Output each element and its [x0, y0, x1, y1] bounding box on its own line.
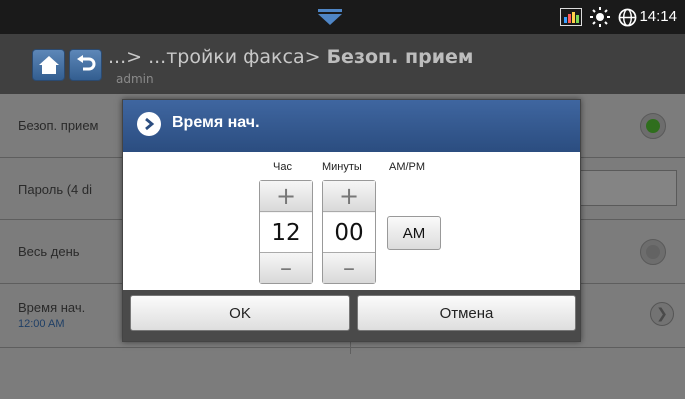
dialog-footer: OK Отмена: [123, 290, 580, 341]
hour-value: 12: [260, 213, 312, 253]
chevron-right-icon: [137, 112, 161, 136]
chevron-right-icon[interactable]: ❯: [650, 302, 674, 326]
hour-increment-button[interactable]: +: [260, 181, 312, 212]
clock: 14:14: [639, 8, 677, 25]
hour-decrement-button[interactable]: –: [260, 252, 312, 283]
user-name: admin: [116, 72, 154, 86]
page-title: Безоп. прием: [326, 46, 474, 68]
breadcrumb: ...> ...тройки факса> Безоп. прием: [108, 46, 473, 68]
plus-icon: +: [338, 182, 360, 210]
breadcrumb-path: ...> ...тройки факса>: [108, 46, 327, 68]
list-item-label: Время нач.: [18, 300, 86, 315]
brightness-icon: [590, 7, 610, 27]
list-item-label: Пароль (4 di: [18, 182, 93, 197]
dialog-title: Время нач.: [172, 114, 260, 131]
signal-bars-icon: [560, 8, 582, 26]
ok-button[interactable]: OK: [130, 295, 350, 331]
list-item-label: Весь день: [18, 244, 80, 259]
minutes-value: 00: [323, 213, 375, 253]
header: ...> ...тройки факса> Безоп. прием admin: [0, 34, 685, 94]
list-item-label: Безоп. прием: [18, 118, 99, 133]
status-bar: 14:14: [0, 0, 685, 34]
hour-stepper: + 12 –: [259, 180, 313, 284]
minus-icon: –: [280, 254, 292, 282]
ampm-toggle-button[interactable]: AM: [387, 216, 441, 250]
list-item-value: 12:00 AM: [18, 318, 65, 330]
cancel-button[interactable]: Отмена: [357, 295, 576, 331]
ampm-label: AM/PM: [389, 161, 426, 173]
minutes-label: Минуты: [322, 161, 362, 173]
minutes-decrement-button[interactable]: –: [323, 252, 375, 283]
pulldown-arrow-icon[interactable]: [318, 9, 342, 25]
plus-icon: +: [275, 182, 297, 210]
home-button[interactable]: [32, 49, 65, 81]
minutes-increment-button[interactable]: +: [323, 181, 375, 212]
minus-icon: –: [343, 254, 355, 282]
radio-button-on[interactable]: [640, 113, 666, 139]
back-icon: [76, 55, 95, 71]
time-dialog: Время нач. Час Минуты AM/PM + 12 – + 00 …: [122, 99, 581, 342]
dialog-title-bar: Время нач.: [123, 100, 580, 152]
home-icon: [38, 56, 59, 74]
hour-label: Час: [273, 161, 292, 173]
minutes-stepper: + 00 –: [322, 180, 376, 284]
globe-icon: [618, 8, 637, 26]
radio-button-off[interactable]: [640, 239, 666, 265]
back-button[interactable]: [69, 49, 102, 81]
